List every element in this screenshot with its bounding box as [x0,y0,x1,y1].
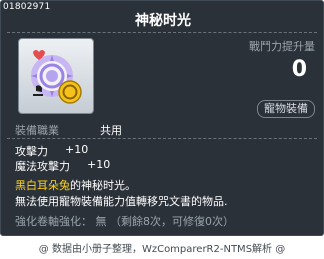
enhance-info: 強化卷軸強化： 無 （剩餘8次，可修復0次） [15,213,234,229]
enhance-detail: （剩餘8次，可修復0次） [110,215,234,228]
enhance-label: 強化卷軸強化： [15,215,92,228]
footer-credit: @ 数据由小册子整理，WzComparerR2-NTMS解析 @ [38,244,286,255]
description-line-2: 無法使用寵物裝備能力值轉移咒文書的物品. [15,195,228,208]
stat-label: 攻擊力 [15,145,48,158]
job-req-value: 共用 [100,124,122,137]
stat-value: +10 [65,143,89,156]
stat-label: 魔法攻擊力 [15,160,70,173]
item-tooltip: 01802971 神秘时光 戰鬥力提升量 0 寵物裝備 裝備職業 共用 攻擊力 … [0,0,324,236]
combat-power-label: 戰鬥力提升量 [249,40,315,53]
description-line-1: 黑白耳朵兔的神秘时光。 [15,177,136,193]
description-highlight: 黑白耳朵兔 [15,179,70,192]
pet-equipment-badge: 寵物裝備 [257,100,315,118]
combat-power-value: 0 [291,57,307,82]
stat-value: +10 [87,158,111,171]
item-title: 神秘时光 [135,13,191,29]
item-icon-frame [18,38,94,114]
divider [7,32,317,34]
description-rest: 的神秘时光。 [70,179,136,192]
divider [7,138,317,140]
job-req-label: 裝備職業 [15,124,59,137]
pet-equip-icon [31,50,82,104]
enhance-value: 無 [95,215,107,228]
